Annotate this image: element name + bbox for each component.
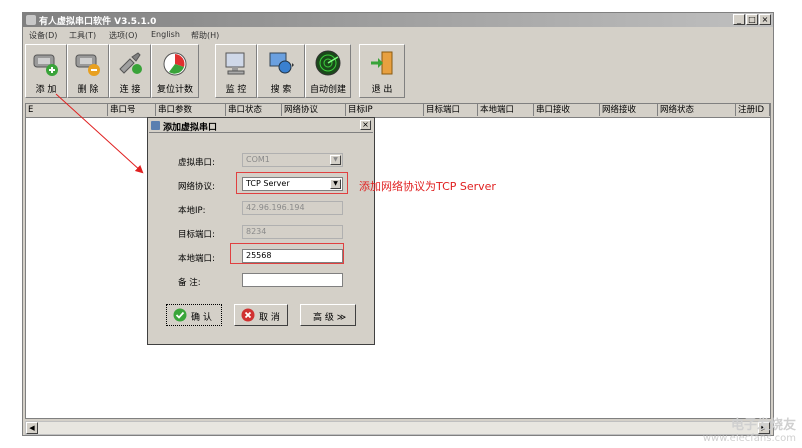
annotation-arrow [55,93,144,174]
watermark: 电子发烧友 www.elecfans.com [703,414,796,444]
watermark-line2: www.elecfans.com [702,433,796,444]
watermark-line1: 电子发烧友 [730,418,796,433]
